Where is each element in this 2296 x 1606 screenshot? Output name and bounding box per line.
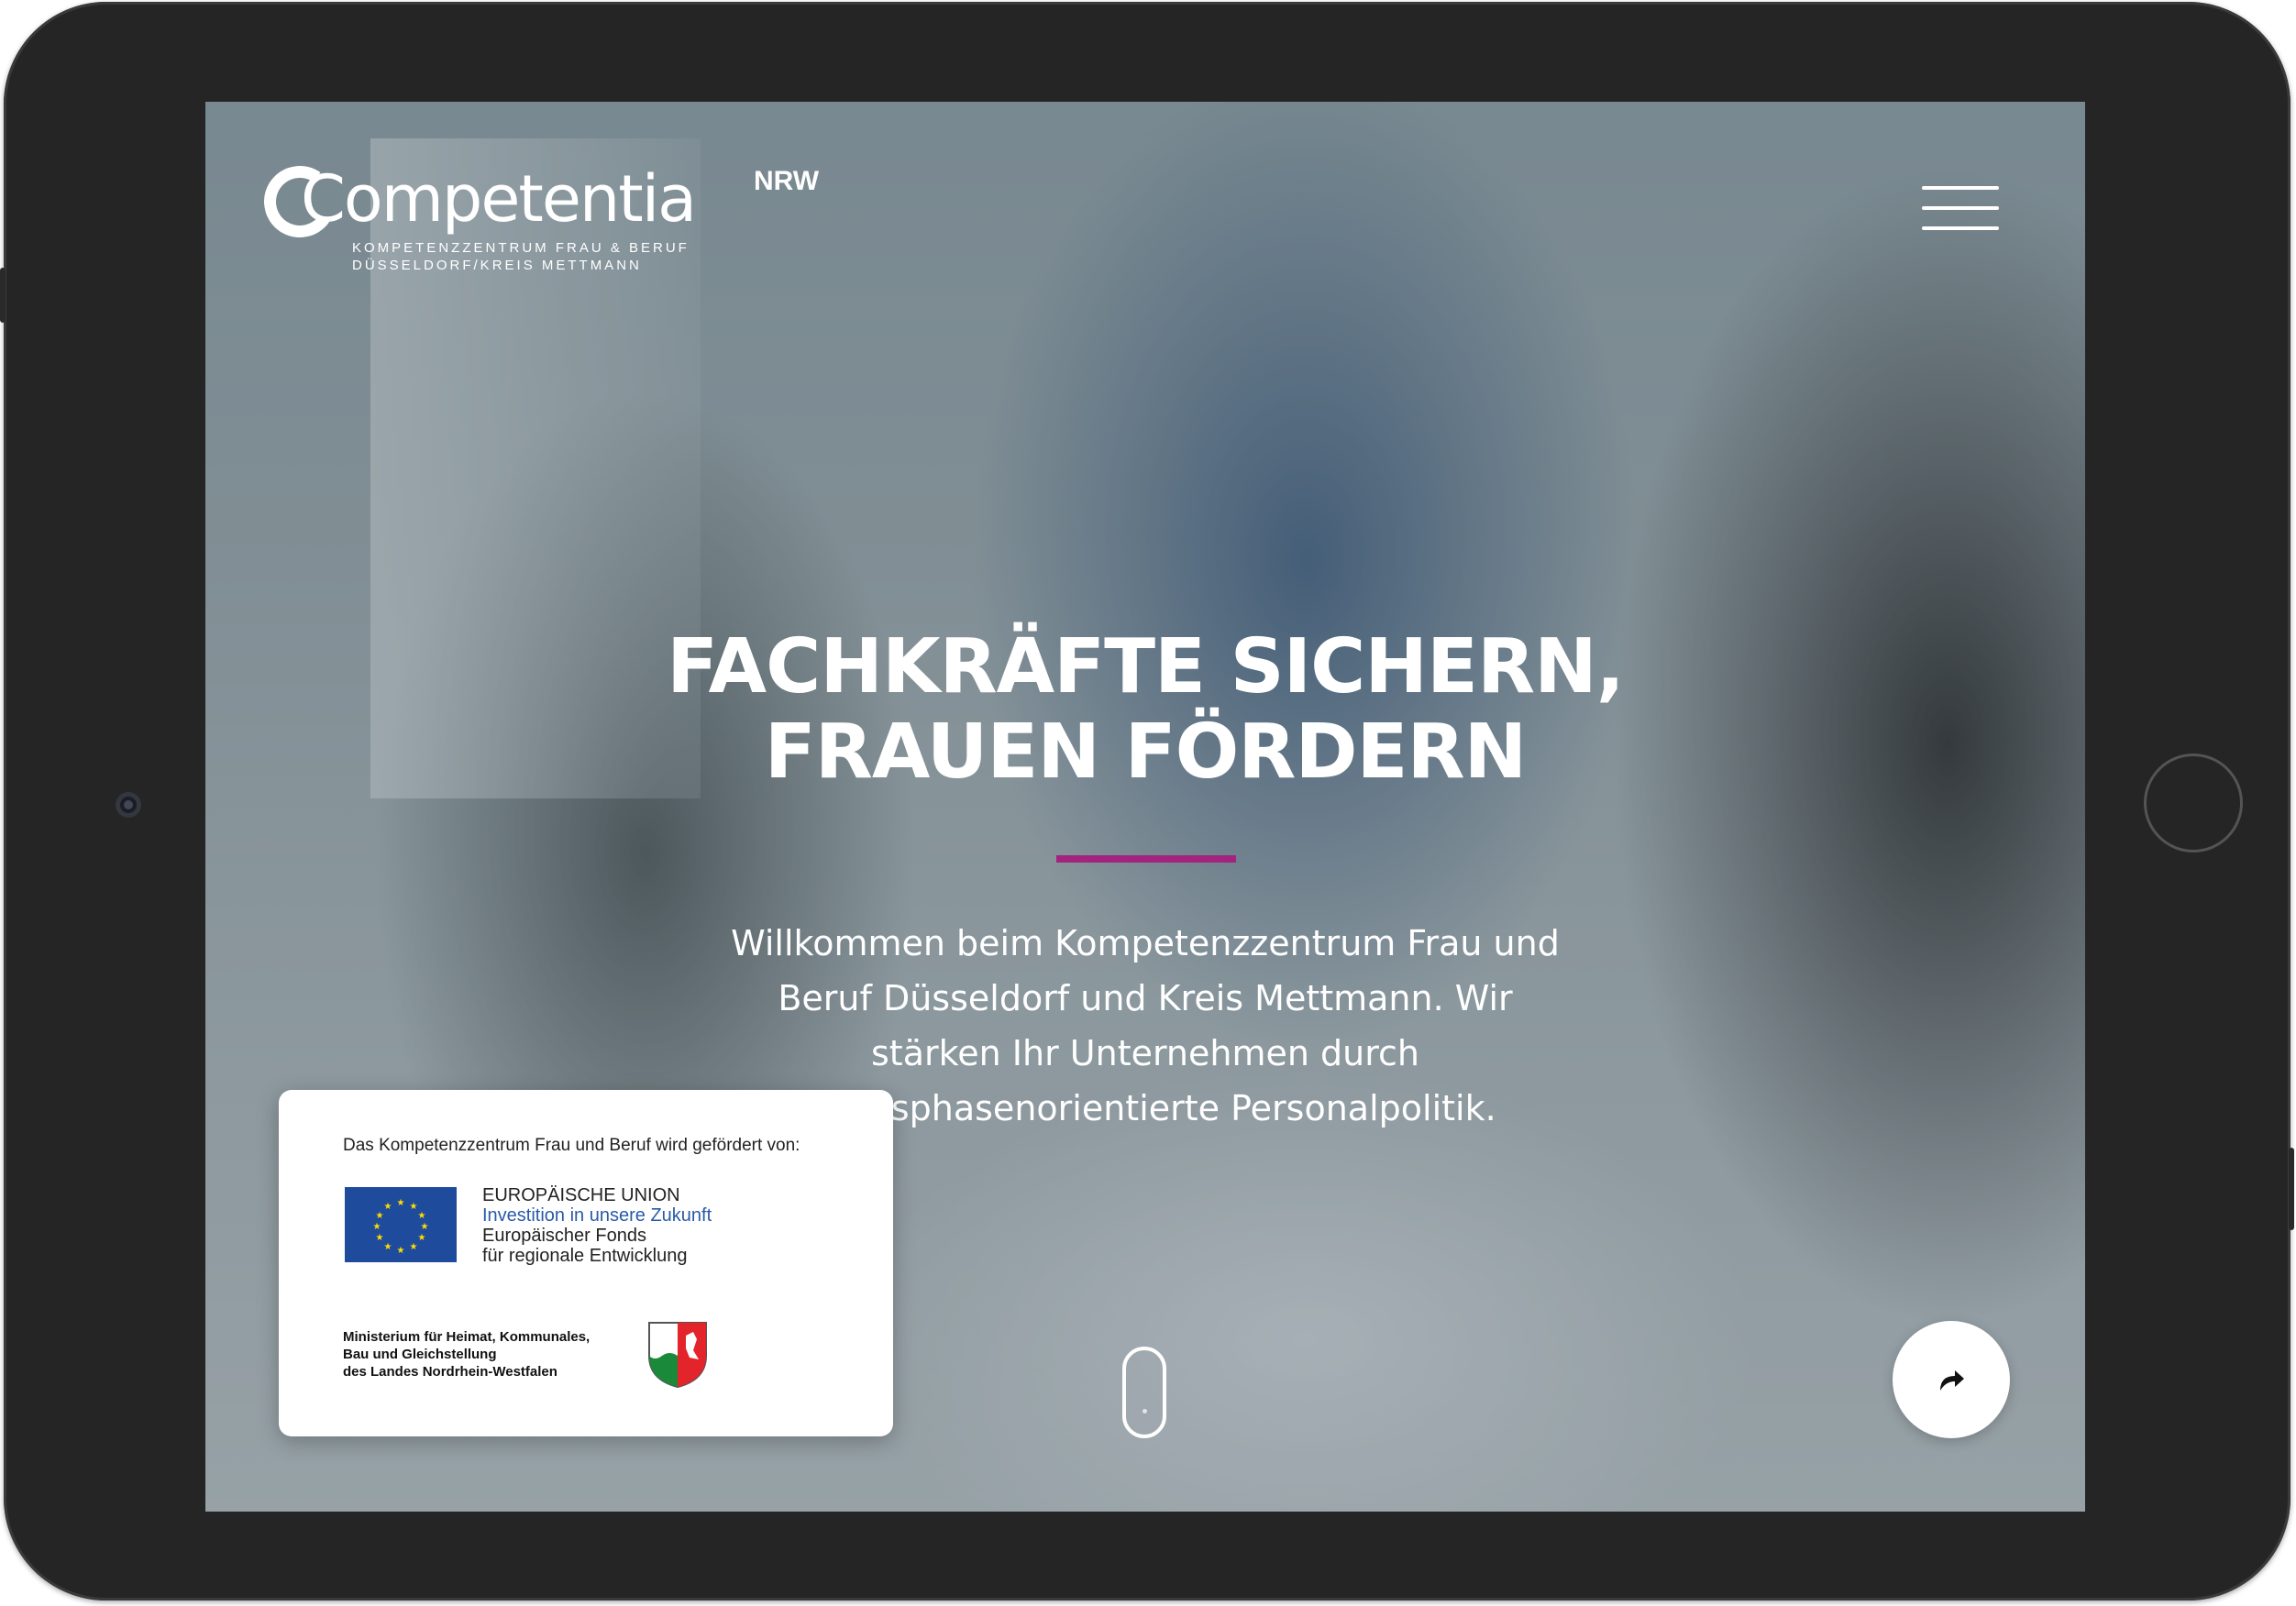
eu-line-3: Europäischer Fonds [482, 1226, 646, 1246]
tablet-side-button [0, 268, 6, 323]
scroll-dot [1142, 1409, 1147, 1414]
logo-wordmark: Competentia [301, 161, 697, 236]
nrw-coat-of-arms-icon [646, 1319, 710, 1389]
svg-text:★: ★ [418, 1233, 426, 1243]
eu-line-4: für regionale Entwicklung [482, 1246, 688, 1266]
svg-text:★: ★ [397, 1198, 405, 1208]
svg-text:★: ★ [418, 1211, 426, 1221]
scroll-mouse-icon[interactable] [1122, 1347, 1166, 1438]
eu-funding-text: EUROPÄISCHE UNION Investition in unsere … [482, 1185, 712, 1266]
svg-text:★: ★ [410, 1202, 418, 1212]
logo-subline-2: DÜSSELDORF/KREIS METTMANN [352, 258, 642, 273]
hero-accent-line [1056, 855, 1236, 863]
hero-title: FACHKRÄFTE SICHERN, FRAUEN FÖRDERN [572, 624, 1718, 795]
svg-text:★: ★ [376, 1211, 384, 1221]
eu-line-1: EUROPÄISCHE UNION [482, 1185, 680, 1205]
website-screen: Competentia NRW KOMPETENZZENTRUM FRAU & … [205, 102, 2085, 1512]
ministry-line-1: Ministerium für Heimat, Kommunales, [343, 1329, 591, 1345]
funding-title: Das Kompetenzzentrum Frau und Beruf wird… [343, 1136, 800, 1155]
share-button[interactable] [1893, 1321, 2010, 1438]
svg-text:★: ★ [421, 1222, 429, 1232]
funding-info-box: Das Kompetenzzentrum Frau und Beruf wird… [279, 1090, 893, 1436]
hero-title-line-2: FRAUEN FÖRDERN [764, 709, 1528, 796]
ministry-line-3: des Landes Nordrhein-Westfalen [343, 1364, 557, 1380]
share-arrow-icon [1940, 1370, 1964, 1391]
logo-superscript: NRW [754, 166, 820, 196]
logo-subline: KOMPETENZZENTRUM FRAU & BERUF DÜSSELDORF… [352, 239, 690, 274]
tablet-home-button[interactable] [2144, 754, 2243, 852]
tablet-volume-button [2289, 1148, 2294, 1230]
svg-text:★: ★ [376, 1233, 384, 1243]
svg-text:★: ★ [373, 1222, 381, 1232]
svg-text:★: ★ [384, 1242, 392, 1252]
eu-flag-icon: ★ ★ ★ ★ ★ ★ ★ ★ ★ ★ ★ ★ [345, 1187, 457, 1262]
eu-line-2: Investition in unsere Zukunft [482, 1205, 712, 1226]
logo-subline-1: KOMPETENZZENTRUM FRAU & BERUF [352, 240, 690, 256]
ministry-text: Ministerium für Heimat, Kommunales, Bau … [343, 1328, 590, 1380]
tablet-camera-icon [116, 792, 141, 818]
hamburger-menu-icon[interactable] [1922, 186, 1999, 232]
svg-text:★: ★ [384, 1202, 392, 1212]
ministry-line-2: Bau und Gleichstellung [343, 1347, 497, 1362]
svg-text:★: ★ [410, 1242, 418, 1252]
hero-title-line-1: FACHKRÄFTE SICHERN, [667, 623, 1625, 710]
svg-text:★: ★ [397, 1246, 405, 1256]
